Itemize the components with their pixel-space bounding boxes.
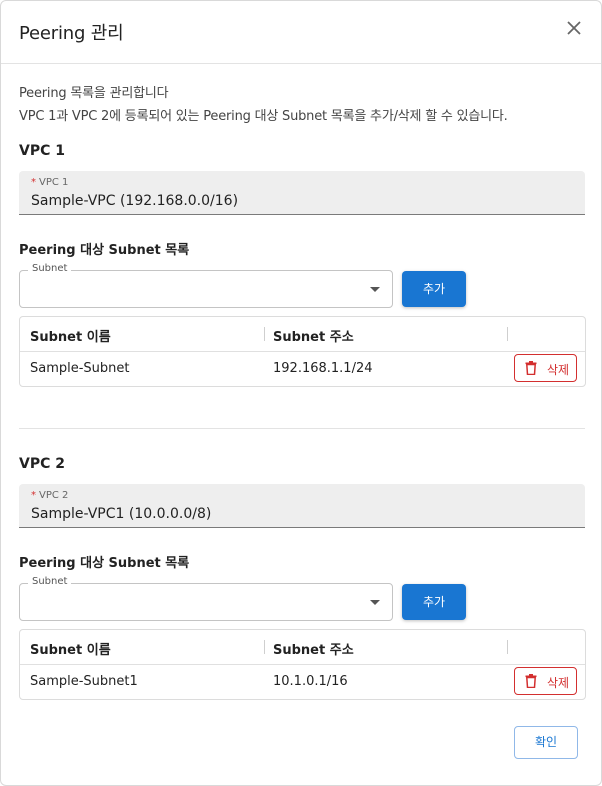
section-divider: [19, 428, 585, 429]
column-header-subnet-name: Subnet 이름: [30, 330, 111, 345]
table-row: Sample-Subnet1 10.1.0.1/16 삭제: [20, 664, 585, 699]
subnet-name-cell: Sample-Subnet1: [30, 674, 138, 689]
vpc2-subnet-list-title: Peering 대상 Subnet 목록: [19, 556, 190, 571]
table-header: Subnet 이름 Subnet 주소: [20, 630, 585, 665]
vpc1-subnet-list-title: Peering 대상 Subnet 목록: [19, 243, 190, 258]
column-header-subnet-address: Subnet 주소: [273, 643, 354, 658]
vpc1-field: * VPC 1 Sample-VPC (192.168.0.0/16): [19, 171, 585, 215]
close-icon: [567, 21, 581, 35]
table-header: Subnet 이름 Subnet 주소: [20, 317, 585, 352]
vpc2-subnet-select[interactable]: Subnet: [19, 576, 393, 621]
vpc1-field-label: * VPC 1: [31, 177, 69, 188]
vpc1-subnet-select-legend: Subnet: [28, 263, 72, 274]
vpc2-section-title: VPC 2: [19, 456, 65, 472]
vpc2-field-label: * VPC 2: [31, 490, 69, 501]
vpc1-subnet-table: Subnet 이름 Subnet 주소 Sample-Subnet 192.16…: [19, 316, 586, 387]
subnet-address-cell: 10.1.0.1/16: [273, 674, 348, 689]
vpc1-section-title: VPC 1: [19, 143, 65, 159]
subnet-address-cell: 192.168.1.1/24: [273, 361, 373, 376]
peering-dialog: Peering 관리 Peering 목록을 관리합니다 VPC 1과 VPC …: [0, 0, 602, 786]
dialog-header: Peering 관리: [1, 1, 601, 64]
column-header-subnet-name: Subnet 이름: [30, 643, 111, 658]
vpc2-add-button[interactable]: 추가: [402, 584, 466, 620]
delete-button[interactable]: 삭제: [514, 354, 577, 382]
column-divider: [507, 327, 508, 341]
chevron-down-icon: [370, 600, 380, 605]
column-header-subnet-address: Subnet 주소: [273, 330, 354, 345]
vpc2-subnet-select-legend: Subnet: [28, 576, 72, 587]
vpc2-field-value: Sample-VPC1 (10.0.0.0/8): [31, 506, 212, 522]
delete-button[interactable]: 삭제: [514, 667, 577, 695]
required-mark: *: [31, 490, 36, 501]
vpc1-subnet-select[interactable]: Subnet: [19, 263, 393, 308]
vpc1-field-value: Sample-VPC (192.168.0.0/16): [31, 193, 239, 209]
subnet-name-cell: Sample-Subnet: [30, 361, 130, 376]
trash-icon: [525, 674, 537, 688]
description-line-2: VPC 1과 VPC 2에 등록되어 있는 Peering 대상 Subnet …: [19, 109, 508, 124]
chevron-down-icon: [370, 287, 380, 292]
column-divider: [264, 640, 265, 654]
delete-label: 삭제: [547, 363, 570, 377]
vpc1-add-button[interactable]: 추가: [402, 271, 466, 307]
column-divider: [264, 327, 265, 341]
delete-label: 삭제: [547, 676, 570, 690]
dialog-title: Peering 관리: [19, 23, 124, 44]
table-row: Sample-Subnet 192.168.1.1/24 삭제: [20, 351, 585, 386]
trash-icon: [525, 361, 537, 375]
required-mark: *: [31, 177, 36, 188]
column-divider: [507, 640, 508, 654]
vpc2-field: * VPC 2 Sample-VPC1 (10.0.0.0/8): [19, 484, 585, 528]
vpc2-subnet-table: Subnet 이름 Subnet 주소 Sample-Subnet1 10.1.…: [19, 629, 586, 700]
confirm-button[interactable]: 확인: [514, 726, 578, 759]
description-line-1: Peering 목록을 관리합니다: [19, 86, 169, 101]
close-button[interactable]: [563, 17, 585, 39]
